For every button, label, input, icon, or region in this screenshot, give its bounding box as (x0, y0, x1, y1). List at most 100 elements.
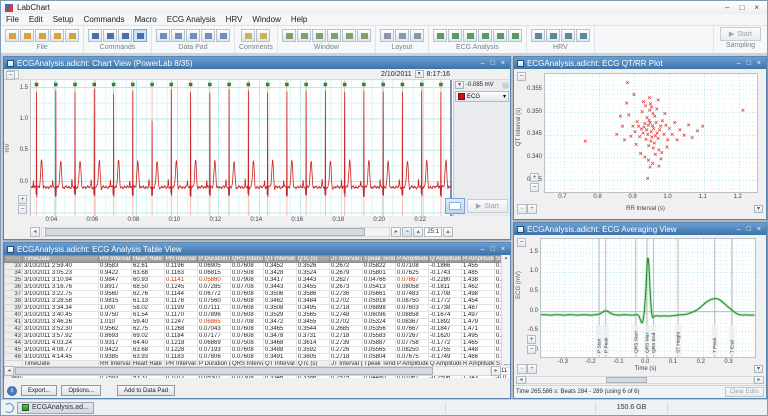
cell-value[interactable]: 0.04766 (363, 277, 396, 284)
ecg-settings-icon[interactable] (433, 29, 447, 42)
cell-timedate[interactable]: 3/10/2011 3:22.75 (23, 291, 99, 298)
h-zoom-out-button[interactable]: − (517, 364, 527, 374)
cell-value[interactable]: 0.3443 (297, 277, 330, 284)
scroll-left-button[interactable]: ◂ (4, 366, 14, 376)
cell-value[interactable]: 0.2702 (330, 298, 363, 305)
column-header[interactable]: P Duration (s) (198, 256, 231, 263)
zoom-window-icon[interactable] (312, 29, 326, 42)
cell-value[interactable]: 0.8917 (99, 284, 132, 291)
table-row[interactable]: 403/10/2011 3:40.450.975061.540.11700.07… (5, 312, 511, 319)
cell-value[interactable]: 0.9422 (99, 270, 132, 277)
chart-start-button[interactable]: ▶ Start (467, 199, 508, 213)
cell-value[interactable]: 1.438 (462, 277, 495, 284)
cell-value[interactable]: 1.448 (462, 347, 495, 354)
cell-value[interactable]: 0.05801 (363, 270, 396, 277)
scroll-right-button[interactable]: ▸ (391, 227, 401, 237)
table-horizontal-scrollbar[interactable] (14, 366, 491, 376)
clear-edits-button[interactable]: Clear Edits (725, 387, 764, 397)
cell-value[interactable]: 0.07608 (231, 312, 264, 319)
cell-value[interactable]: 1.455 (462, 263, 495, 270)
zoom-out-button[interactable]: − (527, 345, 536, 354)
cell-value[interactable]: 0.3524 (297, 270, 330, 277)
minimize-button[interactable]: – (481, 246, 485, 253)
cell-value[interactable]: 0.2673 (330, 284, 363, 291)
cell-value[interactable]: 0.07608 (231, 326, 264, 333)
cell-value[interactable]: 0.3508 (264, 305, 297, 312)
cell-value[interactable]: 61.13 (132, 298, 165, 305)
cell-value[interactable]: 0.1268 (165, 326, 198, 333)
cell-value[interactable]: 0.9815 (99, 298, 132, 305)
layout-tile-icon[interactable] (395, 29, 409, 42)
qtrr-titlebar[interactable]: ECGAnalysis.adicht: ECG QT/RR Plot – □ × (514, 57, 766, 69)
zoom-out-button[interactable]: − (18, 205, 27, 214)
save-icon[interactable] (35, 29, 49, 42)
cell-value[interactable]: 0.07608 (231, 298, 264, 305)
cell-value[interactable]: 0.3465 (264, 326, 297, 333)
table-row[interactable]: 343/10/2011 3:05.230.942263.680.11630.06… (5, 270, 511, 277)
cell-value[interactable]: 0.3565 (297, 312, 330, 319)
cell-value[interactable]: 0.07603 (396, 305, 429, 312)
cell-value[interactable]: 0.1178 (165, 298, 198, 305)
cell-value[interactable]: 0.8693 (99, 333, 132, 340)
cell-value[interactable]: 1.487 (462, 305, 495, 312)
cell-value[interactable]: 0.05887 (363, 340, 396, 347)
cell-value[interactable]: 0.05661 (363, 291, 396, 298)
split-window-icon[interactable] (327, 29, 341, 42)
table-row[interactable]: 463/10/2011 4:14.450.938563.930.11830.07… (5, 354, 511, 361)
cell-value[interactable]: 0.2627 (330, 277, 363, 284)
cell-timedate[interactable]: 3/10/2011 3:34.34 (23, 305, 99, 312)
zoom-in-button[interactable]: + (530, 173, 539, 182)
app-maximize-button[interactable]: □ (739, 3, 744, 12)
cell-value[interactable]: 1.454 (462, 298, 495, 305)
cell-value[interactable]: 0.07758 (396, 340, 429, 347)
hrv-add-icon[interactable] (576, 29, 590, 42)
menu-item-commands[interactable]: Commands (79, 15, 130, 24)
document-task-button[interactable]: ECGAnalysis.ad... (17, 402, 94, 414)
cell-value[interactable]: 1.497 (462, 312, 495, 319)
cell-value[interactable]: 0.3495 (297, 305, 330, 312)
cell-value[interactable]: 0.3443 (264, 284, 297, 291)
datapad-select-icon[interactable] (186, 29, 200, 42)
cell-value[interactable]: 0.07908 (231, 277, 264, 284)
cell-value[interactable]: 0.3472 (264, 319, 297, 326)
table-row[interactable]: 363/10/2011 3:16.760.891768.500.12450.07… (5, 284, 511, 291)
new-document-icon[interactable] (5, 29, 19, 42)
cell-value[interactable]: 0.07560 (198, 298, 231, 305)
select-icon[interactable] (103, 29, 117, 42)
cell-value[interactable]: 0.07608 (231, 333, 264, 340)
cell-value[interactable]: -0.1772 (429, 340, 462, 347)
cell-value[interactable]: 0.07867 (396, 277, 429, 284)
cell-value[interactable]: -0.1847 (429, 326, 462, 333)
menu-item-window[interactable]: Window (247, 15, 285, 24)
cell-value[interactable]: 0.1218 (165, 340, 198, 347)
cell-value[interactable]: 0.1245 (165, 284, 198, 291)
cell-value[interactable]: 0.1199 (165, 305, 198, 312)
cell-value[interactable]: 0.06905 (198, 263, 231, 270)
column-header[interactable]: RR Interval (s) (99, 256, 132, 263)
cell-timedate[interactable]: 3/10/2011 3:28.58 (23, 298, 99, 305)
table-row[interactable]: 423/10/2011 3:52.300.956262.750.12680.07… (5, 326, 511, 333)
close-button[interactable]: × (757, 226, 761, 233)
cell-value[interactable]: 0.3544 (297, 326, 330, 333)
table-row[interactable]: 393/10/2011 3:34.341.00058.020.11990.071… (5, 305, 511, 312)
scroll-left-button[interactable]: ◂ (30, 227, 40, 237)
cell-value[interactable]: 59.40 (132, 319, 165, 326)
cell-value[interactable]: 1.498 (462, 291, 495, 298)
cell-value[interactable]: 1.471 (462, 326, 495, 333)
h-zoom-out-button[interactable]: − (517, 204, 527, 214)
column-header[interactable]: JT Interval (s) (330, 256, 363, 263)
cell-value[interactable]: 0.05565 (363, 347, 396, 354)
maximize-button[interactable]: □ (491, 60, 495, 67)
scroll-right-button[interactable]: ▸ (754, 376, 764, 384)
cell-value[interactable]: 0.9562 (99, 326, 132, 333)
comment-icon[interactable] (241, 29, 255, 42)
cell-value[interactable]: 0.06898 (363, 305, 396, 312)
copy-window-icon[interactable] (357, 29, 371, 42)
cell-value[interactable]: 0.05918 (363, 298, 396, 305)
cell-value[interactable]: 0.05413 (363, 284, 396, 291)
cell-value[interactable]: -0.1738 (429, 305, 462, 312)
ecg-chart-plot[interactable] (30, 80, 453, 216)
cell-value[interactable]: 62.76 (132, 291, 165, 298)
maximize-button[interactable]: □ (747, 226, 751, 233)
menu-item-edit[interactable]: Edit (24, 15, 48, 24)
